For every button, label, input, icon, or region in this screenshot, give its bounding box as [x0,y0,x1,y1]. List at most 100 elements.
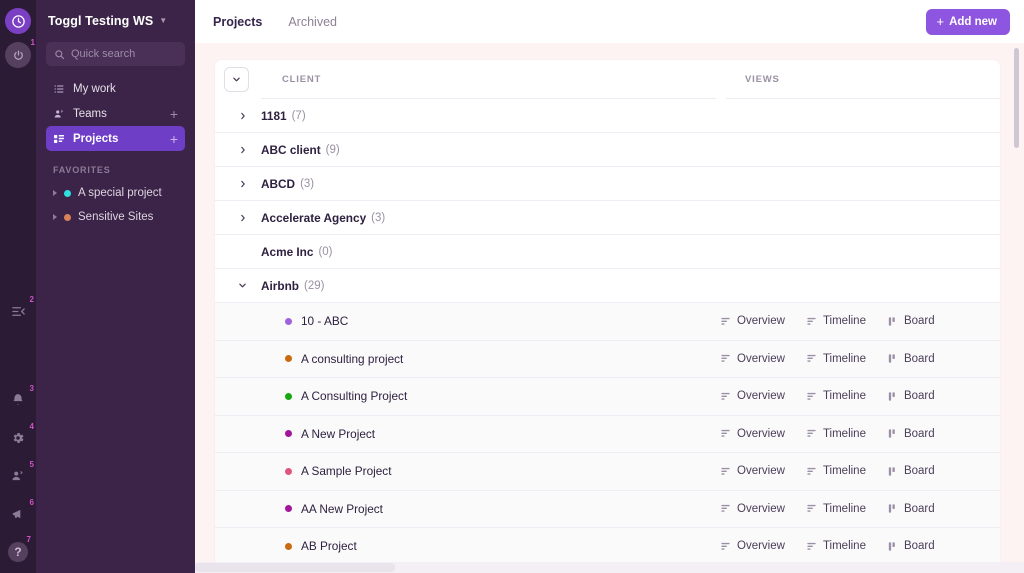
table-row[interactable]: ABC client (9) [215,133,1000,167]
tab-archived[interactable]: Archived [288,13,337,31]
overview-view-link[interactable]: Overview [720,428,785,440]
table-row[interactable]: Airbnb (29) [215,269,1000,303]
table-row[interactable]: AA New Project Overview Timeline Board [215,490,1000,528]
vertical-scrollbar-thumb[interactable] [1014,48,1019,148]
project-cell: A New Project [236,427,691,441]
add-new-button[interactable]: + Add new [926,8,1010,35]
favorite-item-a-special-project[interactable]: A special project [46,181,185,205]
project-cell: AB Project [236,539,691,553]
horizontal-scrollbar-thumb[interactable] [195,563,395,572]
expand-client-button[interactable] [224,180,261,188]
table-row[interactable]: Acme Inc (0) [215,235,1000,269]
board-view-link[interactable]: Board [887,428,935,440]
table-row[interactable]: AB Project Overview Timeline Board [215,528,1000,566]
rail-middle-group: 2 [7,296,34,322]
caret-right-icon[interactable] [53,214,57,220]
table-row[interactable]: A Sample Project Overview Timeline Board [215,453,1000,491]
overview-icon [721,430,730,437]
timeline-view-link[interactable]: Timeline [806,390,866,402]
board-view-link[interactable]: Board [887,390,935,402]
timeline-view-link[interactable]: Timeline [806,540,866,552]
overview-view-link[interactable]: Overview [720,465,785,477]
board-view-link[interactable]: Board [887,503,935,515]
horizontal-scrollbar-track[interactable] [195,562,1024,573]
timeline-view-link[interactable]: Timeline [806,465,866,477]
collapse-client-button[interactable] [224,281,261,290]
table-row[interactable]: A Consulting Project Overview Timeline B… [215,378,1000,416]
sidebar: Toggl Testing WS ▼ Quick search My work … [36,0,195,573]
view-label: Overview [737,465,785,478]
project-color-dot [285,430,292,438]
project-views-cell: Overview Timeline Board [701,540,1000,552]
table-row[interactable]: 10 - ABC Overview Timeline Board [215,303,1000,341]
add-project-button[interactable]: + [170,132,178,146]
expand-client-button[interactable] [224,112,261,120]
board-icon [888,542,895,551]
board-view-link[interactable]: Board [887,465,935,477]
overview-view-link[interactable]: Overview [720,315,785,327]
table-row[interactable]: A New Project Overview Timeline Board [215,415,1000,453]
sidebar-item-my-work[interactable]: My work [46,76,185,101]
table-row[interactable]: 1181 (7) [215,99,1000,133]
timeline-view-link[interactable]: Timeline [806,315,866,327]
plus-icon: + [936,14,945,29]
view-label: Timeline [822,502,866,515]
table-row[interactable]: A consulting project Overview Timeline B… [215,340,1000,378]
view-label: Board [903,352,935,365]
add-team-button[interactable]: + [170,107,178,121]
favorite-item-sensitive-sites[interactable]: Sensitive Sites [46,205,185,229]
timeline-icon [807,355,816,362]
notifications-button[interactable]: 3 [7,385,34,411]
client-cell: ABC client (9) [261,143,340,157]
client-name: ABC client [261,142,321,157]
megaphone-button[interactable]: 6 [7,499,34,525]
timeline-icon [807,430,816,437]
overview-icon [721,542,730,550]
caret-right-icon[interactable] [53,190,57,196]
column-header-client[interactable]: CLIENT [261,60,716,99]
table-row[interactable]: Accelerate Agency (3) [215,201,1000,235]
overview-view-link[interactable]: Overview [720,503,785,515]
expand-client-button[interactable] [224,146,261,154]
timeline-view-link[interactable]: Timeline [806,428,866,440]
project-views-cell: Overview Timeline Board [701,353,1000,365]
client-cell: Accelerate Agency (3) [261,211,385,225]
view-label: Timeline [822,465,866,478]
overview-icon [721,392,730,400]
table-row[interactable]: ABCD (3) [215,167,1000,201]
expand-client-button[interactable] [224,214,261,222]
board-view-link[interactable]: Board [887,540,935,552]
overview-view-link[interactable]: Overview [720,390,785,402]
sidebar-item-projects[interactable]: Projects + [46,126,185,151]
tab-projects[interactable]: Projects [213,13,262,31]
collapse-sidebar-button[interactable]: 2 [7,296,34,322]
project-color-dot [285,355,292,363]
megaphone-badge: 6 [29,498,34,507]
notifications-badge: 3 [29,384,34,393]
timeline-icon [807,467,816,475]
help-button[interactable]: ? 7 [7,536,31,563]
search-input[interactable]: Quick search [46,42,185,66]
invite-team-button[interactable]: 5 [7,461,34,487]
app-root: 1 2 3 4 5 6 ? 7 Toggl Testing WS ▼ Quick… [0,0,1024,573]
timer-power-icon[interactable]: 1 [5,39,35,68]
project-views-cell: Overview Timeline Board [701,428,1000,440]
timeline-view-link[interactable]: Timeline [806,353,866,365]
timeline-view-link[interactable]: Timeline [806,503,866,515]
search-placeholder: Quick search [71,48,136,60]
overview-view-link[interactable]: Overview [720,540,785,552]
sidebar-item-teams[interactable]: Teams + [46,101,185,126]
workspace-switcher[interactable]: Toggl Testing WS ▼ [46,0,185,42]
settings-button[interactable]: 4 [7,423,34,449]
collapse-all-button[interactable] [224,67,249,92]
column-header-views[interactable]: VIEWS [726,60,1000,99]
board-view-link[interactable]: Board [887,315,935,327]
board-view-link[interactable]: Board [887,353,935,365]
overview-view-link[interactable]: Overview [720,353,785,365]
view-label: Timeline [822,390,866,403]
client-project-count: (9) [325,143,340,156]
view-label: Board [903,390,935,403]
sidebar-item-label: My work [73,82,116,95]
invite-team-badge: 5 [29,460,34,469]
toggl-logo-icon[interactable] [5,8,31,34]
